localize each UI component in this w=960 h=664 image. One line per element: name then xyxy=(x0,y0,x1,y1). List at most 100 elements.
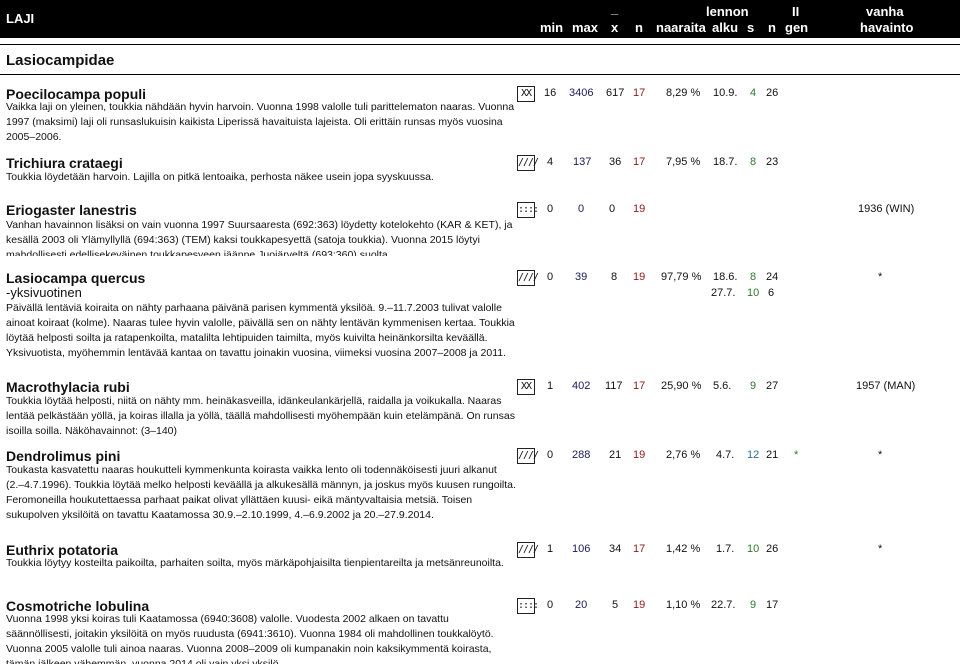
value-n: 19 xyxy=(633,599,646,611)
value-n2: 26 xyxy=(766,87,779,99)
value-max: 20 xyxy=(575,599,588,611)
species-block: Dendrolimus pini //// 0 288 21 19 2,76 %… xyxy=(0,448,960,521)
value-n: 17 xyxy=(633,543,646,555)
header-max: max xyxy=(572,20,599,35)
value-naaraita: 2,76 % xyxy=(666,449,701,461)
value-min: 1 xyxy=(547,380,554,392)
value-s: 9 xyxy=(750,380,757,392)
species-block: Euthrix potatoria //// 1 106 34 17 1,42 … xyxy=(0,542,960,572)
species-name: Trichiura crataegi xyxy=(6,155,123,171)
value-s: 9 xyxy=(750,599,757,611)
status-box: //// xyxy=(517,270,539,286)
species-subname: -yksivuotinen xyxy=(6,285,82,300)
value-alku: 18.7. xyxy=(713,156,738,168)
value-sub-alku: 27.7. xyxy=(711,287,736,299)
header-min: min xyxy=(540,20,564,35)
species-name: Eriogaster lanestris xyxy=(6,202,137,218)
value-vanha-havainto: * xyxy=(878,449,883,461)
header-vanha: vanha xyxy=(866,4,904,19)
value-max: 288 xyxy=(572,449,591,461)
value-naaraita: 1,10 % xyxy=(666,599,701,611)
divider-family xyxy=(0,74,960,75)
value-max: 402 xyxy=(572,380,591,392)
species-description: Toukkia löydetään harvoin. Lajilla on pi… xyxy=(6,171,434,183)
value-n2: 17 xyxy=(766,599,779,611)
header-lennon: lennon xyxy=(706,4,749,19)
value-min: 0 xyxy=(547,271,554,283)
value-max: 3406 xyxy=(569,87,594,99)
value-vanha-havainto: 1957 (MAN) xyxy=(856,380,916,392)
header-x: x xyxy=(611,20,619,35)
value-s: 12 xyxy=(747,449,760,461)
value-naaraita: 7,95 % xyxy=(666,156,701,168)
value-x: 34 xyxy=(609,543,622,555)
value-ii-gen: * xyxy=(794,449,799,461)
species-description: Toukkia löytyy kosteilta paikoilta, parh… xyxy=(6,557,504,569)
value-s: 4 xyxy=(750,87,757,99)
value-n2: 21 xyxy=(766,449,779,461)
value-sub-s: 10 xyxy=(747,287,760,299)
value-min: 1 xyxy=(547,543,554,555)
value-sub-n2: 6 xyxy=(768,287,775,299)
value-n: 19 xyxy=(633,271,646,283)
status-box: :::: xyxy=(517,598,539,614)
value-s: 10 xyxy=(747,543,760,555)
header-n2: n xyxy=(768,20,776,35)
header-ii: II xyxy=(792,4,800,19)
divider-top xyxy=(0,44,960,45)
value-x: 36 xyxy=(609,156,622,168)
species-name: Lasiocampa quercus xyxy=(6,270,146,286)
species-name: Dendrolimus pini xyxy=(6,448,121,464)
value-alku: 4.7. xyxy=(716,449,735,461)
value-min: 0 xyxy=(547,203,554,215)
value-alku: 5.6. xyxy=(713,380,732,392)
value-max: 137 xyxy=(573,156,592,168)
value-naaraita: 1,42 % xyxy=(666,543,701,555)
value-n: 17 xyxy=(633,380,646,392)
value-s: 8 xyxy=(750,271,757,283)
value-vanha-havainto: * xyxy=(878,271,883,283)
status-box: XX xyxy=(517,86,535,102)
value-min: 0 xyxy=(547,449,554,461)
species-description: Toukkia löytää helposti, niitä on nähty … xyxy=(6,395,515,437)
value-alku: 22.7. xyxy=(711,599,736,611)
status-box: //// xyxy=(517,448,539,464)
value-min: 16 xyxy=(544,87,557,99)
value-n: 19 xyxy=(633,449,646,461)
value-naaraita: 25,90 % xyxy=(661,380,702,392)
status-box: //// xyxy=(517,155,539,171)
value-n: 17 xyxy=(633,87,646,99)
value-max: 0 xyxy=(578,203,585,215)
value-min: 4 xyxy=(547,156,554,168)
column-header: LAJI min max _ x n naaraita lennon alku … xyxy=(0,0,960,38)
value-n: 17 xyxy=(633,156,646,168)
value-x: 0 xyxy=(609,203,616,215)
family-title: Lasiocampidae xyxy=(6,52,115,69)
header-laji: LAJI xyxy=(6,11,35,26)
species-description: Vanhan havainnon lisäksi on vain vuonna … xyxy=(6,219,513,256)
value-naaraita: 97,79 % xyxy=(661,271,702,283)
status-box: XX xyxy=(517,379,535,395)
value-max: 39 xyxy=(575,271,588,283)
species-name: Macrothylacia rubi xyxy=(6,379,130,395)
header-havainto: havainto xyxy=(860,20,914,35)
species-block: Lasiocampa quercus //// 0 39 8 19 97,79 … xyxy=(0,270,960,362)
species-block: Cosmotriche lobulina :::: 0 20 5 19 1,10… xyxy=(0,598,960,664)
value-n2: 24 xyxy=(766,271,779,283)
value-x: 617 xyxy=(606,87,625,99)
header-s: s xyxy=(747,20,755,35)
value-x: 5 xyxy=(612,599,619,611)
value-vanha-havainto: * xyxy=(878,543,883,555)
species-block: Trichiura crataegi //// 4 137 36 17 7,95… xyxy=(0,155,960,185)
value-x: 8 xyxy=(611,271,618,283)
value-s: 8 xyxy=(750,156,757,168)
header-n: n xyxy=(635,20,643,35)
species-block: Macrothylacia rubi XX 1 402 117 17 25,90… xyxy=(0,379,960,437)
value-n2: 27 xyxy=(766,380,779,392)
value-alku: 18.6. xyxy=(713,271,738,283)
value-alku: 10.9. xyxy=(713,87,738,99)
header-x-bar: _ xyxy=(611,1,619,16)
species-description: Vaikka laji on yleinen, toukkia nähdään … xyxy=(6,101,515,143)
header-naaraita: naaraita xyxy=(656,20,706,35)
value-n: 19 xyxy=(633,203,646,215)
